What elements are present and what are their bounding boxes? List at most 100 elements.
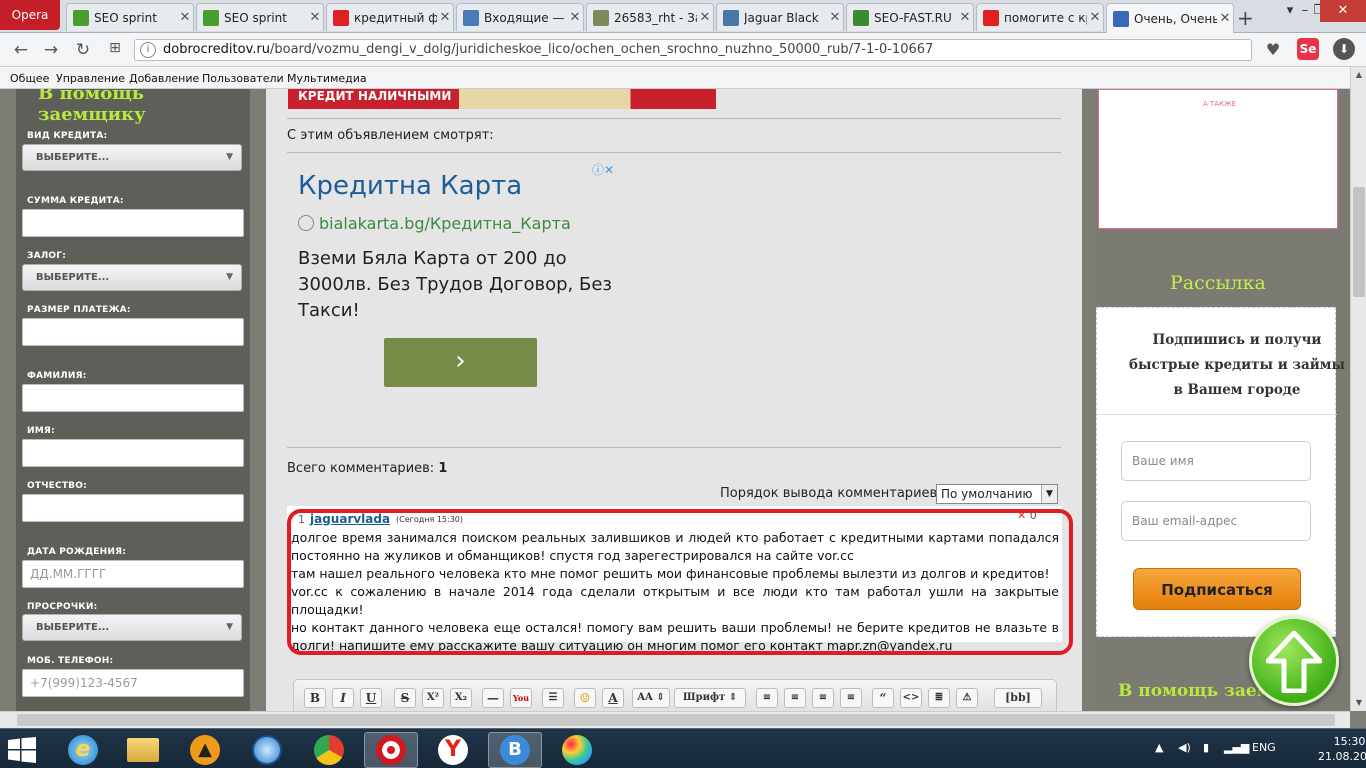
ad-choices-icon[interactable]: ⓘ✕ (592, 161, 614, 178)
font-color-icon[interactable]: A (602, 688, 624, 708)
font-family-select[interactable]: Шрифт ⇕ (674, 688, 746, 708)
tab-close-icon[interactable]: ✕ (1087, 10, 1103, 25)
subscriber-name-input[interactable]: Ваше имя (1121, 441, 1311, 481)
youtube-icon[interactable]: You (510, 688, 532, 708)
bookmark-general[interactable]: Общее (10, 72, 49, 85)
browser-tab[interactable]: Очень, Очень ✕ (1106, 3, 1234, 33)
scroll-thumb[interactable] (17, 714, 1335, 726)
patronymic-input[interactable] (22, 494, 244, 522)
site-info-icon[interactable]: i (140, 42, 156, 58)
speed-dial-icon[interactable]: ⊞ (104, 40, 126, 60)
spoiler-icon[interactable]: ≣ (928, 688, 950, 708)
ad-url[interactable]: bialakarta.bg/Кредитна_Карта (298, 214, 571, 233)
tab-close-icon[interactable]: ✕ (1217, 11, 1233, 26)
underline-button[interactable]: U (360, 688, 382, 708)
credit-banner[interactable]: КРЕДИТ НАЛИЧНЫМИ (288, 89, 716, 109)
italic-button[interactable]: I (332, 688, 354, 708)
opera-menu-button[interactable]: Opera (0, 0, 60, 30)
bookmark-users[interactable]: Пользователи (202, 72, 284, 85)
close-window-button[interactable]: ✕ (1320, 0, 1366, 22)
browser-tab[interactable]: SEO-FAST.RU ✕ (846, 3, 974, 31)
ad-title[interactable]: Кредитна Карта (298, 171, 522, 201)
browser-tab[interactable]: SEO sprint ✕ (196, 3, 324, 31)
tab-close-icon[interactable]: ✕ (307, 10, 323, 25)
tab-close-icon[interactable]: ✕ (697, 10, 713, 25)
smile-icon[interactable]: ☺ (574, 688, 596, 708)
scroll-down-icon[interactable]: ▼ (1351, 695, 1366, 711)
opera-taskbar-icon[interactable] (364, 732, 418, 768)
browser-tab[interactable]: Входящие — ✕ (456, 3, 584, 31)
align-center-icon[interactable]: ≡ (784, 688, 806, 708)
ad-banner[interactable]: А ТАКЖЕ (1098, 89, 1338, 229)
vertical-scrollbar[interactable]: ▲ ▼ (1350, 67, 1366, 711)
superscript-button[interactable]: X² (422, 688, 444, 708)
tab-close-icon[interactable]: ✕ (437, 10, 453, 25)
tab-close-icon[interactable]: ✕ (827, 10, 843, 25)
volume-icon[interactable]: ◀) (1178, 741, 1191, 754)
phone-input[interactable]: +7(999)123-4567 (22, 669, 244, 697)
font-size-select[interactable]: AA ⇕ (632, 688, 670, 708)
language-indicator[interactable]: ENG (1252, 741, 1276, 754)
network-signal-icon[interactable]: ▂▄▆ (1224, 741, 1249, 754)
credit-type-select[interactable]: ВЫБЕРИТЕ... ▼ (22, 144, 242, 171)
new-tab-button[interactable]: + (1237, 6, 1254, 30)
network-app-icon[interactable] (240, 732, 294, 768)
chrome-like-icon[interactable] (302, 732, 356, 768)
payment-input[interactable] (22, 318, 244, 346)
birth-date-input[interactable]: ДД.ММ.ГГГГ (22, 560, 244, 588)
seo-extension-icon[interactable]: Se (1297, 38, 1319, 60)
amount-input[interactable] (22, 209, 244, 237)
ie-icon[interactable]: e (56, 732, 110, 768)
hide-icon[interactable]: ⚠ (956, 688, 978, 708)
browser-tab[interactable]: помогите с кр ✕ (976, 3, 1104, 31)
subscript-button[interactable]: X₂ (450, 688, 472, 708)
tab-close-icon[interactable]: ✕ (567, 10, 583, 25)
scroll-thumb[interactable] (1353, 187, 1365, 297)
align-justify-icon[interactable]: ≡ (840, 688, 862, 708)
download-icon[interactable]: ⬇ (1333, 38, 1355, 60)
name-input[interactable] (22, 439, 244, 467)
browser-tab[interactable]: 26583_rht - За ✕ (586, 3, 714, 31)
hr-button[interactable]: — (482, 688, 504, 708)
tab-close-icon[interactable]: ✕ (957, 10, 973, 25)
code-icon[interactable]: <> (900, 688, 922, 708)
subscriber-email-input[interactable]: Ваш email-адрес (1121, 501, 1311, 541)
surname-input[interactable] (22, 384, 244, 412)
browser-tab[interactable]: кредитный ф ✕ (326, 3, 454, 31)
windows-start-icon[interactable] (8, 737, 36, 763)
quote-icon[interactable]: “ (872, 688, 894, 708)
heart-icon[interactable]: ♥ (1262, 40, 1284, 60)
overdue-select[interactable]: ВЫБЕРИТЕ... ▼ (22, 614, 242, 641)
avast-icon[interactable]: ▲ (178, 732, 232, 768)
bookmark-multimedia[interactable]: Мультимедиа (287, 72, 367, 85)
forward-icon[interactable]: → (40, 40, 62, 60)
url-field[interactable]: i dobrocreditov.ru/board/vozmu_dengi_v_d… (134, 39, 1252, 61)
yandex-browser-icon[interactable]: Y (426, 732, 480, 768)
tray-chevron-icon[interactable]: ▲ (1155, 741, 1163, 754)
bold-button[interactable]: B (304, 688, 326, 708)
browser-tab[interactable]: SEO sprint ✕ (66, 3, 194, 31)
bbcode-toggle-button[interactable]: [bb] (994, 688, 1042, 708)
clock[interactable]: 15:30 21.08.2014 (1318, 734, 1366, 764)
vk-app-icon[interactable]: B (488, 732, 542, 768)
back-icon[interactable]: ← (10, 40, 32, 60)
strike-button[interactable]: S (394, 688, 416, 708)
align-right-icon[interactable]: ≡ (812, 688, 834, 708)
subscribe-button[interactable]: Подписаться (1133, 568, 1301, 610)
pledge-select[interactable]: ВЫБЕРИТЕ... ▼ (22, 264, 242, 291)
comment-order-select[interactable]: По умолчанию ▼ (936, 484, 1058, 504)
explorer-icon[interactable] (116, 732, 170, 768)
battery-icon[interactable]: ▮ (1203, 741, 1209, 754)
browser-tab[interactable]: Jaguar Black ✕ (716, 3, 844, 31)
paint-icon[interactable] (550, 732, 604, 768)
bookmark-manage[interactable]: Управление (56, 72, 125, 85)
scroll-up-icon[interactable]: ▲ (1351, 67, 1366, 83)
reload-icon[interactable]: ↻ (72, 40, 94, 60)
scroll-to-top-button[interactable] (1249, 616, 1339, 706)
tab-close-icon[interactable]: ✕ (177, 10, 193, 25)
list-icon[interactable]: ☰ (542, 688, 564, 708)
ad-go-button[interactable]: › (384, 338, 537, 387)
bookmark-add[interactable]: Добавление (129, 72, 199, 85)
align-left-icon[interactable]: ≡ (756, 688, 778, 708)
horizontal-scrollbar[interactable] (0, 711, 1350, 728)
